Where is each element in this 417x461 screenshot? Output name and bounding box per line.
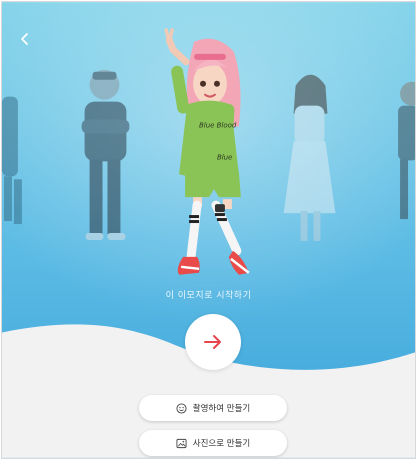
avatar-hero-scene: Blue Blood Blue <box>2 2 415 458</box>
back-button[interactable] <box>14 28 36 50</box>
svg-text:Blue: Blue <box>217 153 232 161</box>
create-by-camera-button[interactable]: 촬영하여 만들기 <box>139 395 287 421</box>
smiley-icon <box>176 402 187 414</box>
svg-text:Blue Blood: Blue Blood <box>199 121 237 129</box>
create-from-photo-label: 사진으로 만들기 <box>192 439 251 449</box>
start-caption: 이 이모지로 시작하기 <box>165 291 252 301</box>
create-from-photo-button[interactable]: 사진으로 만들기 <box>139 430 287 456</box>
start-with-emoji-button[interactable] <box>185 314 241 370</box>
chevron-left-icon <box>21 33 28 45</box>
create-by-camera-label: 촬영하여 만들기 <box>192 404 251 414</box>
image-icon <box>176 438 187 449</box>
arrow-right-icon <box>204 335 221 349</box>
app-frame: Blue Blood Blue 이 이모지로 시작하기 촬영하여 만들기 사진으… <box>1 1 416 459</box>
